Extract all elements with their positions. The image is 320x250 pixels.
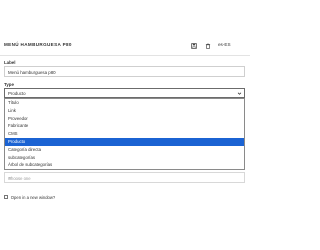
type-option-producto[interactable]: Producto (5, 138, 244, 146)
panel-title: MENÚ HAMBURGUESA P80 (4, 42, 72, 47)
type-option-cms[interactable]: CMS (5, 130, 244, 138)
chevron-down-icon (237, 91, 242, 96)
label-input-value: Menú hamburguesa p80 (8, 69, 56, 75)
type-dropdown-list: Título Link Proveedor Fabricante CMS Pro… (4, 98, 245, 170)
type-select[interactable]: Producto (4, 88, 245, 98)
new-window-checkbox[interactable] (4, 194, 9, 200)
label-field-label: Label (4, 60, 16, 65)
language-code: es-ES (218, 42, 231, 47)
type-option-subcategorias[interactable]: subcategorías (5, 154, 244, 162)
type-option-link[interactable]: Link (5, 107, 244, 115)
new-window-label: Open in a new window? (10, 194, 56, 200)
save-icon[interactable] (190, 42, 197, 49)
type-option-titulo[interactable]: Título (5, 99, 244, 107)
label-input[interactable]: Menú hamburguesa p80 (4, 66, 245, 77)
type-option-categoria-directa[interactable]: Categoría directa (5, 146, 244, 154)
type-option-arbol-subcategorias[interactable]: Árbol de subcategorías (5, 161, 244, 169)
type-select-value: Producto (8, 91, 26, 97)
secondary-select[interactable]: Choose one (4, 172, 245, 183)
type-field-label: Type (4, 82, 14, 87)
header-divider (0, 55, 250, 56)
panel-header: MENÚ HAMBURGUESA P80 es-ES (0, 38, 250, 55)
language-selector[interactable]: es-ES (218, 42, 231, 47)
chevron-down-icon (8, 176, 12, 180)
new-window-option[interactable]: Open in a new window? (4, 194, 55, 200)
type-option-fabricante[interactable]: Fabricante (5, 122, 244, 130)
type-option-proveedor[interactable]: Proveedor (5, 115, 244, 123)
trash-icon[interactable] (204, 42, 211, 49)
